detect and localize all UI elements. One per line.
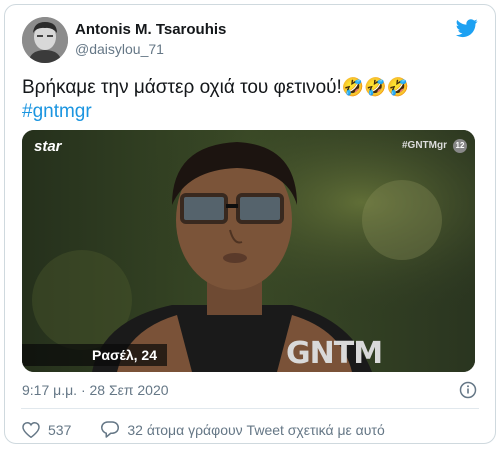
tweet-text: Βρήκαμε την μάστερ οχιά του φετινού!🤣🤣🤣 … [22, 75, 482, 124]
tweet-card[interactable]: Antonis M. Tsarouhis @daisylou_71 Βρήκαμ… [4, 4, 496, 444]
speech-bubble-icon [101, 421, 120, 438]
avatar[interactable] [22, 17, 68, 63]
show-logo: GNTM [286, 336, 383, 371]
corner-hashtag: #GNTMgr [402, 140, 447, 151]
hashtag-link[interactable]: #gntmgr [22, 100, 482, 124]
author-handle[interactable]: @daisylou_71 [75, 41, 164, 57]
talking-link[interactable]: 32 άτομα γράφουν Tweet σχετικά με αυτό [101, 421, 385, 438]
tweet-timestamp[interactable]: 9:17 μ.μ. · 28 Σεπ 2020 [22, 382, 169, 398]
tweet-actions: 537 32 άτομα γράφουν Tweet σχετικά με αυ… [22, 421, 385, 438]
media-photo [22, 130, 475, 372]
channel-logo: star [34, 138, 62, 155]
heart-icon [22, 421, 40, 438]
like-button[interactable]: 537 [22, 421, 72, 438]
media-caption: Ρασέλ, 24 [22, 344, 167, 366]
rofl-emoji-icon: 🤣🤣🤣 [341, 77, 410, 97]
author-name[interactable]: Antonis M. Tsarouhis [75, 21, 226, 38]
talking-text: 32 άτομα γράφουν Tweet σχετικά με αυτό [127, 421, 385, 438]
tweet-media-image[interactable]: star #GNTMgr 12 Ρασέλ, 24 GNTM [22, 130, 475, 372]
info-icon[interactable] [459, 381, 477, 399]
age-rating-badge: 12 [453, 139, 467, 153]
twitter-bird-icon[interactable] [455, 17, 479, 39]
divider [21, 408, 479, 409]
like-count: 537 [48, 421, 72, 438]
tweet-body: Βρήκαμε την μάστερ οχιά του φετινού! [22, 77, 342, 98]
